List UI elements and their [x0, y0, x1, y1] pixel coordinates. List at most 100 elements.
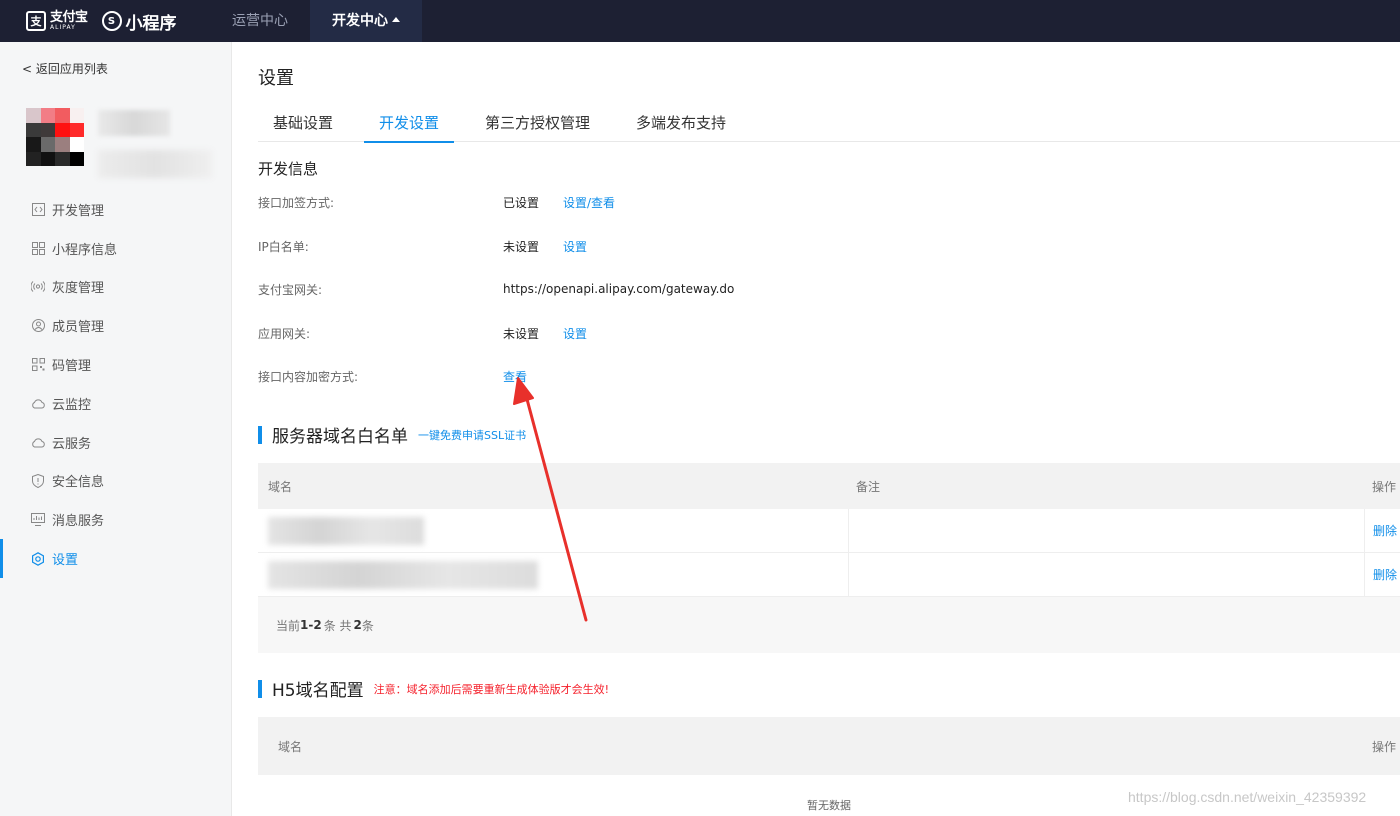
h5-domain-header: H5域名配置 注意：域名添加后需要重新生成体验版才会生效!: [258, 676, 609, 701]
sidebar-item-settings[interactable]: 设置: [0, 539, 232, 578]
nav-dev-center[interactable]: 开发中心: [310, 0, 422, 42]
info-row-ip-whitelist: IP白名单: 未设置 设置: [258, 236, 587, 256]
table-row: 删除: [258, 509, 1400, 553]
sidebar-item-label: 云监控: [52, 397, 92, 413]
qrcode-icon: [30, 357, 46, 373]
note-cell: [848, 553, 1364, 596]
sidebar-item-cloud-service[interactable]: 云服务: [0, 423, 232, 462]
gear-icon: [30, 551, 46, 567]
sidebar-menu: 开发管理 小程序信息 灰度管理 成员管理 码管理 云监控 云服务 安全信息 消息…: [0, 190, 232, 578]
sidebar-item-message-service[interactable]: 消息服务: [0, 500, 232, 539]
delete-link[interactable]: 删除: [1373, 522, 1397, 539]
back-to-app-list-link[interactable]: < 返回应用列表: [22, 60, 108, 77]
info-label: IP白名单:: [258, 239, 309, 254]
info-row-alipay-gateway: 支付宝网关: https://openapi.alipay.com/gatewa…: [258, 279, 734, 299]
domain-cell: [258, 560, 848, 589]
domain-redacted: [268, 560, 538, 589]
note-cell: [848, 509, 1364, 552]
cloud-icon: [30, 434, 46, 450]
sidebar-item-dev-management[interactable]: 开发管理: [0, 190, 232, 229]
column-header-action: 操作: [1372, 479, 1397, 494]
product-name: 小程序: [125, 13, 177, 34]
sidebar-item-miniprogram-info[interactable]: 小程序信息: [0, 229, 232, 268]
alipay-name-en: ALIPAY: [50, 24, 76, 31]
watermark: https://blog.csdn.net/weixin_42359392: [1128, 789, 1367, 805]
info-value: 未设置: [503, 326, 540, 341]
delete-link[interactable]: 删除: [1373, 566, 1397, 583]
sidebar-item-label: 消息服务: [52, 514, 105, 530]
pager-mid: 条 共: [323, 618, 352, 633]
column-header-domain: 域名: [278, 739, 303, 754]
settings-tabs: 基础设置 开发设置 第三方授权管理 多端发布支持: [258, 104, 1400, 143]
info-value: 已设置: [503, 195, 540, 210]
pager-suffix: 条: [361, 618, 374, 633]
section-accent-bar: [258, 425, 262, 444]
action-cell: 删除: [1364, 509, 1400, 552]
pager-total: 2: [353, 618, 362, 632]
table-header: 域名 备注 操作: [258, 463, 1400, 509]
sidebar-item-security-info[interactable]: 安全信息: [0, 462, 232, 501]
sidebar-item-label: 云服务: [52, 436, 92, 452]
main-content: 设置 基础设置 开发设置 第三方授权管理 多端发布支持 开发信息 接口加签方式:…: [232, 42, 1400, 816]
info-row-encryption: 接口内容加密方式: 查看: [258, 366, 527, 386]
column-header-domain: 域名: [268, 479, 293, 494]
table-header: 域名 操作: [258, 717, 1400, 775]
sidebar-item-cloud-monitor[interactable]: 云监控: [0, 384, 232, 423]
pager-prefix: 当前: [276, 618, 301, 633]
message-icon: [30, 512, 46, 528]
h5-domain-title: H5域名配置: [272, 681, 364, 701]
alipay-logo-icon: 支: [26, 11, 46, 31]
brand[interactable]: 支 支付宝 ALIPAY S 小程序: [0, 0, 210, 42]
tab-basic-settings[interactable]: 基础设置: [258, 104, 348, 142]
column-header-action: 操作: [1372, 739, 1397, 754]
sidebar-item-grayscale[interactable]: 灰度管理: [0, 268, 232, 307]
ip-whitelist-set-link[interactable]: 设置: [563, 238, 587, 255]
app-id-redacted: [98, 150, 212, 178]
sidebar-item-members[interactable]: 成员管理: [0, 306, 232, 345]
info-row-app-gateway: 应用网关: 未设置 设置: [258, 323, 587, 343]
pagination-summary: 当前 1-2 条 共 2 条: [258, 597, 1400, 653]
info-label: 应用网关:: [258, 326, 311, 341]
info-label: 接口加签方式:: [258, 195, 335, 210]
alipay-name: 支付宝: [50, 10, 88, 25]
sidebar: < 返回应用列表 开发管理 小程序信息 灰度管理 成员管理 码管理 云监控 云服…: [0, 42, 232, 816]
column-header-note: 备注: [856, 479, 881, 494]
alipay-wordmark: 支付宝 ALIPAY: [50, 11, 88, 31]
server-whitelist-table: 域名 备注 操作 删除 删除 当前 1-2 条 共 2 条: [258, 463, 1400, 653]
section-accent-bar: [258, 679, 262, 698]
pager-range: 1-2: [300, 618, 322, 632]
ssl-apply-link[interactable]: 一键免费申请SSL证书: [418, 427, 526, 443]
sign-method-view-link[interactable]: 设置/查看: [563, 194, 615, 211]
sidebar-item-label: 灰度管理: [52, 281, 105, 297]
action-cell: 删除: [1364, 553, 1400, 596]
miniprogram-logo-icon: S: [101, 11, 122, 31]
domain-redacted: [268, 516, 424, 545]
sidebar-item-label: 码管理: [52, 359, 92, 375]
shield-icon: [30, 473, 46, 489]
tab-dev-settings[interactable]: 开发设置: [364, 104, 455, 143]
top-nav: 运营中心 开发中心: [210, 0, 422, 42]
code-icon: [30, 201, 46, 217]
gateway-url: https://openapi.alipay.com/gateway.do: [503, 282, 735, 296]
grid-icon: [30, 240, 46, 256]
sidebar-item-code-management[interactable]: 码管理: [0, 345, 232, 384]
tab-multi-platform[interactable]: 多端发布支持: [621, 104, 741, 142]
sidebar-item-label: 小程序信息: [52, 242, 118, 258]
sidebar-item-label: 安全信息: [52, 475, 105, 491]
sidebar-item-label: 成员管理: [52, 320, 105, 336]
app-gateway-set-link[interactable]: 设置: [563, 325, 587, 342]
nav-operation-center[interactable]: 运营中心: [210, 0, 310, 42]
server-whitelist-header: 服务器域名白名单 一键免费申请SSL证书: [258, 422, 526, 447]
caret-up-icon: [392, 16, 400, 22]
page-title: 设置: [258, 68, 294, 89]
broadcast-icon: [30, 279, 46, 295]
info-value: 未设置: [503, 239, 540, 254]
encryption-view-link[interactable]: 查看: [503, 368, 527, 385]
tab-third-party-auth[interactable]: 第三方授权管理: [470, 104, 605, 142]
info-row-sign-method: 接口加签方式: 已设置 设置/查看: [258, 192, 615, 212]
sidebar-item-label: 开发管理: [52, 203, 105, 219]
app-avatar: [26, 108, 84, 166]
info-label: 支付宝网关:: [258, 282, 323, 297]
cloud-icon: [30, 395, 46, 411]
nav-dev-center-label: 开发中心: [332, 13, 388, 29]
